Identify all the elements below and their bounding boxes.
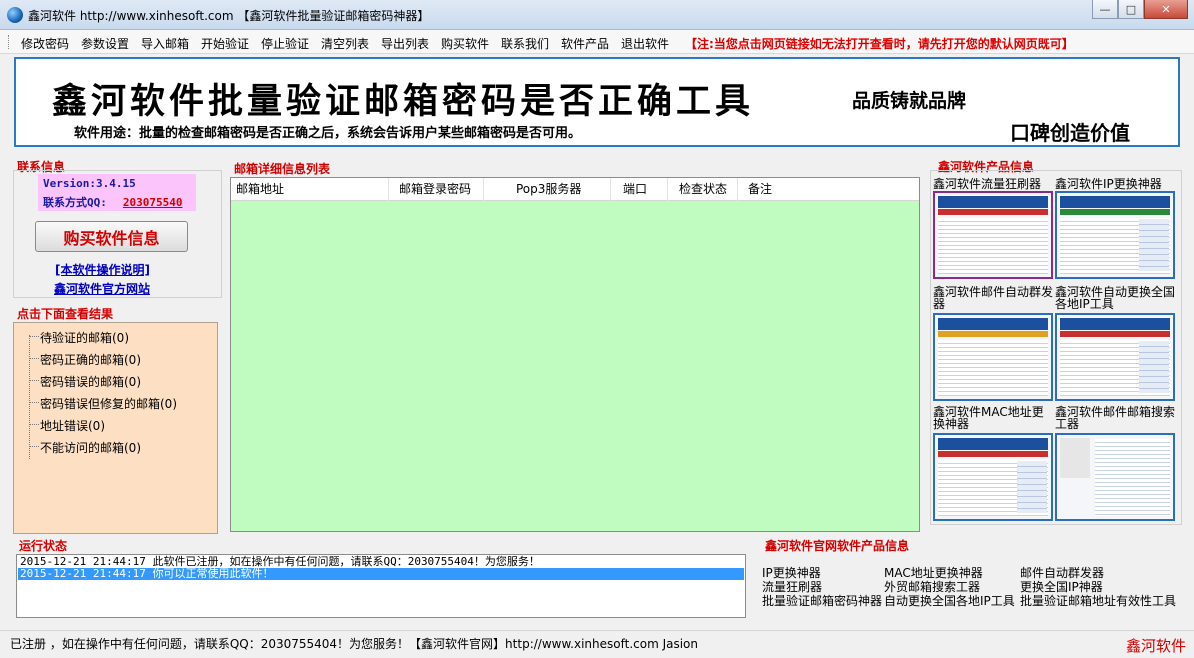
web-product-link[interactable]: 流量狂刷器 <box>762 580 882 594</box>
tree-item-wrong-repaired[interactable]: 密码错误但修复的邮箱(0) <box>40 395 177 412</box>
tree-item-bad-address[interactable]: 地址错误(0) <box>40 417 105 434</box>
menu-import-mail[interactable]: 导入邮箱 <box>141 35 189 52</box>
web-product-link[interactable]: 更换全国IP神器 <box>1020 580 1176 594</box>
ip-changer-thumbnail[interactable] <box>1055 191 1175 279</box>
version-text: Version:3.4.15 <box>43 177 136 190</box>
product-label-auto-ip[interactable]: 鑫河软件自动更换全国各地IP工具 <box>1055 286 1183 310</box>
menu-exit[interactable]: 退出软件 <box>621 35 669 52</box>
mass-mailer-thumbnail[interactable] <box>933 313 1053 401</box>
banner-title: 鑫河软件批量验证邮箱密码是否正确工具 <box>52 81 755 122</box>
col-check-status[interactable]: 检查状态 <box>674 178 738 201</box>
tree-connector <box>29 335 30 459</box>
web-product-link[interactable]: 邮件自动群发器 <box>1020 566 1176 580</box>
official-site-link[interactable]: 鑫河软件官方网站 <box>54 280 150 297</box>
log-line-selected[interactable]: 2015-12-21 21:44:17 你可以正常使用此软件！ <box>18 568 744 580</box>
manual-link[interactable]: [本软件操作说明] <box>55 261 150 278</box>
tree-item-wrong-password[interactable]: 密码错误的邮箱(0) <box>40 373 141 390</box>
app-globe-icon <box>7 7 23 23</box>
mail-search-thumbnail[interactable] <box>1055 433 1175 521</box>
banner-usage: 软件用途：批量的检查邮箱密码是否正确之后，系统会告诉用户某些邮箱密码是否可用。 <box>74 126 582 141</box>
menu-stop-verify[interactable]: 停止验证 <box>261 35 309 52</box>
tree-item-pending[interactable]: 待验证的邮箱(0) <box>40 329 129 346</box>
menu-settings[interactable]: 参数设置 <box>81 35 129 52</box>
mail-list-table[interactable]: 邮箱地址 邮箱登录密码 Pop3服务器 端口 检查状态 备注 <box>230 177 920 532</box>
web-product-link[interactable]: MAC地址更换神器 <box>884 566 1015 580</box>
menu-clear-list[interactable]: 清空列表 <box>321 35 369 52</box>
mail-list-section-title: 邮箱详细信息列表 <box>234 162 331 176</box>
product-label-mail-search[interactable]: 鑫河软件邮件邮箱搜索工器 <box>1055 406 1181 430</box>
version-box: Version:3.4.15 联系方式QQ: 203075540 <box>38 174 196 211</box>
toolbar-grip <box>8 35 11 49</box>
run-status-log[interactable]: 2015-12-21 21:44:17 此软件已注册，如在操作中有任何问题，请联… <box>16 554 746 618</box>
mac-changer-thumbnail[interactable] <box>933 433 1053 521</box>
status-bar: 已注册 ，如在操作中有任何问题，请联系QQ：2030755404！为您服务！【鑫… <box>0 630 1194 658</box>
status-bar-brand: 鑫河软件 <box>1125 637 1186 655</box>
close-icon[interactable]: ✕ <box>1144 0 1188 19</box>
col-remark[interactable]: 备注 <box>743 178 803 201</box>
web-products-col2: MAC地址更换神器 外贸邮箱搜索工器 自动更换全国各地IP工具 <box>884 566 1015 608</box>
auto-ip-changer-thumbnail[interactable] <box>1055 313 1175 401</box>
banner-slogan-quality: 品质铸就品牌 <box>852 90 967 112</box>
results-section-title: 点击下面查看结果 <box>17 307 114 321</box>
menu-start-verify[interactable]: 开始验证 <box>201 35 249 52</box>
menu-buy-software[interactable]: 购买软件 <box>441 35 489 52</box>
col-mail-password[interactable]: 邮箱登录密码 <box>394 178 484 201</box>
col-mail-address[interactable]: 邮箱地址 <box>231 178 389 201</box>
menu-change-password[interactable]: 修改密码 <box>21 35 69 52</box>
title-bar: 鑫河软件 http://www.xinhesoft.com 【鑫河软件批量验证邮… <box>0 0 1194 30</box>
product-label-traffic[interactable]: 鑫河软件流量狂刷器 <box>933 178 1055 190</box>
window-controls: — □ ✕ <box>1092 0 1188 20</box>
results-tree: 待验证的邮箱(0) 密码正确的邮箱(0) 密码错误的邮箱(0) 密码错误但修复的… <box>13 322 218 534</box>
product-label-mac-changer[interactable]: 鑫河软件MAC地址更换神器 <box>933 406 1055 430</box>
menu-note: 【注:当您点击网页链接如无法打开查看时，请先打开您的默认网页既可】 <box>685 37 1074 51</box>
product-label-mass-mailer[interactable]: 鑫河软件邮件自动群发器 <box>933 286 1055 310</box>
window-title: 鑫河软件 http://www.xinhesoft.com 【鑫河软件批量验证邮… <box>28 9 430 23</box>
web-products-section-title: 鑫河软件官网软件产品信息 <box>765 539 910 553</box>
web-product-link[interactable]: 批量验证邮箱密码神器 <box>762 594 882 608</box>
qq-link[interactable]: 203075540 <box>123 196 183 209</box>
maximize-icon[interactable]: □ <box>1118 0 1144 19</box>
menu-export-list[interactable]: 导出列表 <box>381 35 429 52</box>
minimize-icon[interactable]: — <box>1092 0 1118 19</box>
menu-bar: 修改密码 参数设置 导入邮箱 开始验证 停止验证 清空列表 导出列表 购买软件 … <box>0 30 1194 54</box>
menu-contact-us[interactable]: 联系我们 <box>501 35 549 52</box>
status-bar-text: 已注册 ，如在操作中有任何问题，请联系QQ：2030755404！为您服务！【鑫… <box>10 637 698 651</box>
col-pop3-server[interactable]: Pop3服务器 <box>511 178 611 201</box>
web-products-col3: 邮件自动群发器 更换全国IP神器 批量验证邮箱地址有效性工具 <box>1020 566 1176 608</box>
qq-contact: 联系方式QQ: 203075540 <box>43 196 183 209</box>
col-port[interactable]: 端口 <box>618 178 668 201</box>
traffic-refresher-thumbnail[interactable] <box>933 191 1053 279</box>
tree-item-unreachable[interactable]: 不能访问的邮箱(0) <box>40 439 141 456</box>
banner: 鑫河软件批量验证邮箱密码是否正确工具 软件用途：批量的检查邮箱密码是否正确之后，… <box>14 57 1180 147</box>
buy-software-button[interactable]: 购买软件信息 <box>35 221 188 252</box>
web-product-link[interactable]: 批量验证邮箱地址有效性工具 <box>1020 594 1176 608</box>
banner-slogan-reputation: 口碑创造价值 <box>1010 121 1130 145</box>
menu-products[interactable]: 软件产品 <box>561 35 609 52</box>
mail-list-header: 邮箱地址 邮箱登录密码 Pop3服务器 端口 检查状态 备注 <box>231 178 919 201</box>
web-product-link[interactable]: IP更换神器 <box>762 566 882 580</box>
tree-item-correct[interactable]: 密码正确的邮箱(0) <box>40 351 141 368</box>
product-label-ip-changer[interactable]: 鑫河软件IP更换神器 <box>1055 178 1185 190</box>
web-product-link[interactable]: 外贸邮箱搜索工器 <box>884 580 1015 594</box>
web-products-col1: IP更换神器 流量狂刷器 批量验证邮箱密码神器 <box>762 566 882 608</box>
web-product-link[interactable]: 自动更换全国各地IP工具 <box>884 594 1015 608</box>
run-status-section-title: 运行状态 <box>19 539 68 553</box>
